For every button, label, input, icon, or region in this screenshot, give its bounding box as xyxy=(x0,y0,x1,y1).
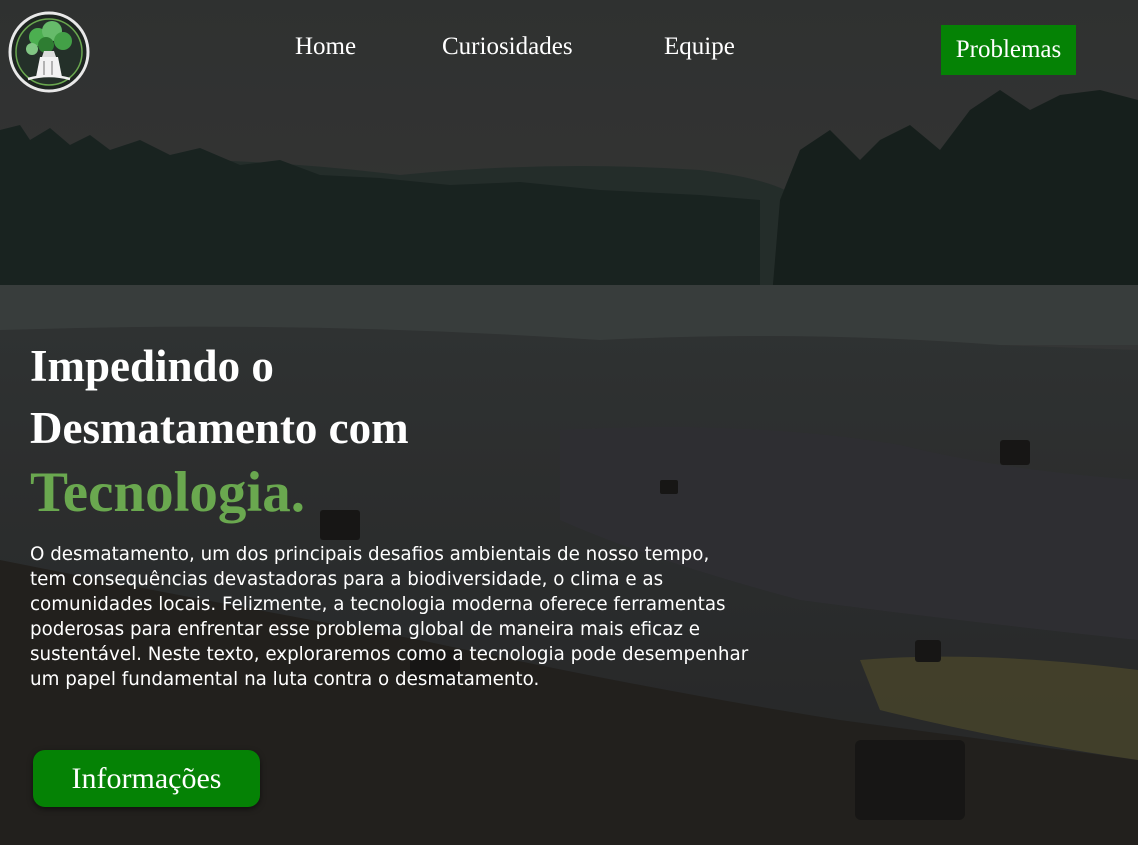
tree-stump-logo-icon[interactable] xyxy=(8,11,90,93)
hero-headline: Impedindo o Desmatamento com Tecnologia. xyxy=(30,335,409,527)
hero-description: O desmatamento, um dos principais desafi… xyxy=(30,544,749,690)
headline-accent: Tecnologia. xyxy=(30,461,306,524)
headline-line-2: Desmatamento com xyxy=(30,403,409,453)
nav-link-home[interactable]: Home xyxy=(295,33,356,61)
informacoes-button[interactable]: Informações xyxy=(33,750,260,807)
nav-link-curiosidades[interactable]: Curiosidades xyxy=(442,33,573,61)
nav-problemas-button[interactable]: Problemas xyxy=(941,25,1076,75)
nav-link-equipe[interactable]: Equipe xyxy=(664,33,735,61)
top-navigation: Home Curiosidades Equipe Problemas xyxy=(0,0,1138,100)
headline-line-1: Impedindo o xyxy=(30,341,274,391)
